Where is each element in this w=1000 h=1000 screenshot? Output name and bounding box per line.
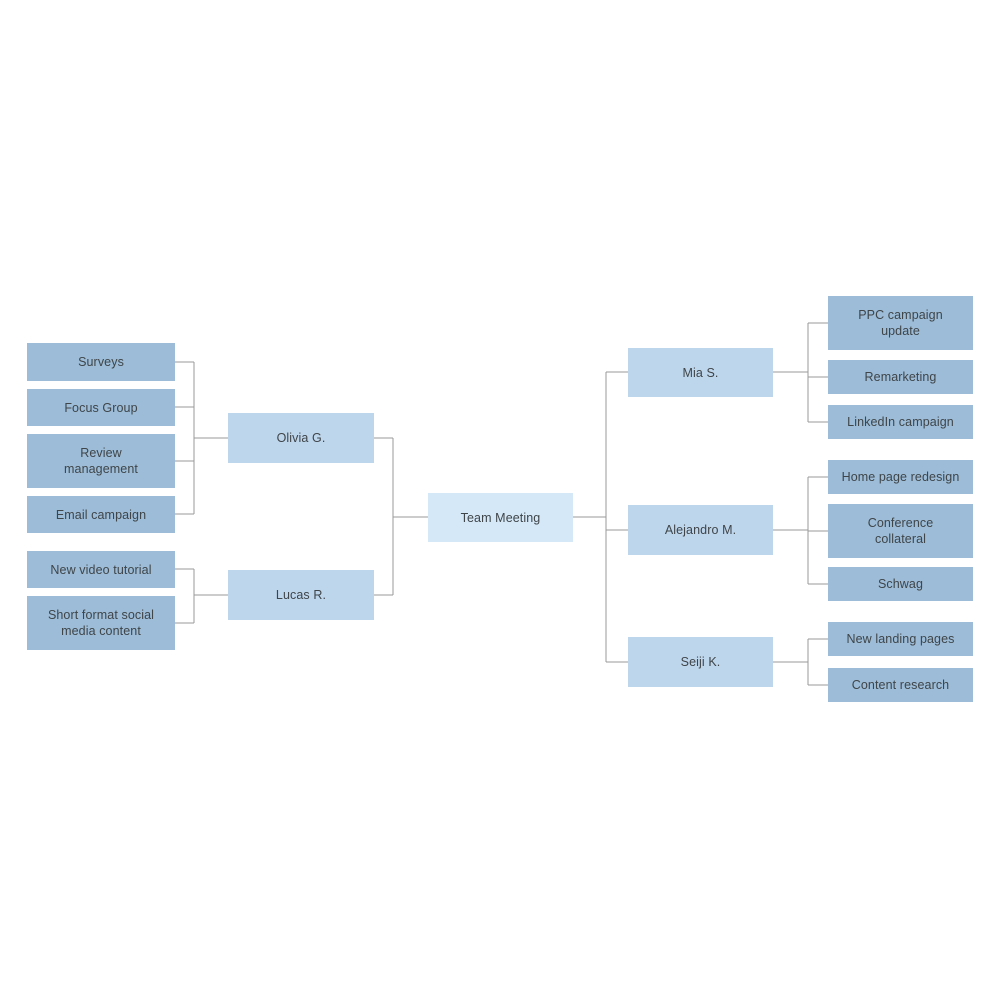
task-node-focus-group[interactable]: Focus Group [27,389,175,426]
task-node-linkedin[interactable]: LinkedIn campaign [828,405,973,439]
task-node-email-campaign[interactable]: Email campaign [27,496,175,533]
task-node-surveys[interactable]: Surveys [27,343,175,381]
task-node-ppc[interactable]: PPC campaign update [828,296,973,350]
person-node-mia[interactable]: Mia S. [628,348,773,397]
task-node-conference[interactable]: Conference collateral [828,504,973,558]
task-node-video-tutorial[interactable]: New video tutorial [27,551,175,588]
task-node-remarketing[interactable]: Remarketing [828,360,973,394]
person-node-olivia[interactable]: Olivia G. [228,413,374,463]
person-node-lucas[interactable]: Lucas R. [228,570,374,620]
task-node-landing-pages[interactable]: New landing pages [828,622,973,656]
person-node-seiji[interactable]: Seiji K. [628,637,773,687]
task-node-home-redesign[interactable]: Home page redesign [828,460,973,494]
task-node-content-research[interactable]: Content research [828,668,973,702]
root-node-root[interactable]: Team Meeting [428,493,573,542]
person-node-alejandro[interactable]: Alejandro M. [628,505,773,555]
task-node-short-format[interactable]: Short format social media content [27,596,175,650]
task-node-review-mgmt[interactable]: Review management [27,434,175,488]
task-node-schwag[interactable]: Schwag [828,567,973,601]
org-chart-canvas: Team Meeting Olivia G. Lucas R. Mia S. Aleja… [0,0,1000,1000]
